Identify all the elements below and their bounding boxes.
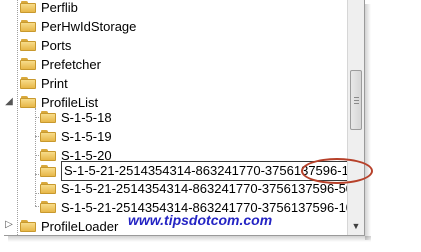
vertical-scrollbar[interactable]: ▼ bbox=[347, 0, 364, 235]
folder-icon bbox=[20, 20, 36, 32]
folder-icon bbox=[20, 220, 36, 232]
tree-item-perflib[interactable]: Perflib bbox=[20, 0, 78, 17]
folder-icon bbox=[40, 130, 56, 142]
tree-item-label: Perflib bbox=[41, 0, 78, 15]
folder-icon bbox=[40, 182, 56, 194]
folder-icon bbox=[20, 58, 36, 70]
tree-guide-line bbox=[35, 108, 36, 206]
tree-item-label: ProfileLoader bbox=[41, 218, 119, 234]
folder-icon bbox=[40, 149, 56, 161]
tree-item-label: Ports bbox=[41, 37, 72, 53]
folder-icon bbox=[40, 165, 56, 177]
tree-item-sid-500[interactable]: S-1-5-21-2514354314-863241770-3756137596… bbox=[40, 178, 360, 198]
tree-item-perhwidstorage[interactable]: PerHwIdStorage bbox=[20, 16, 136, 36]
scroll-down-arrow-icon[interactable]: ▼ bbox=[348, 217, 364, 234]
folder-icon bbox=[20, 1, 36, 13]
registry-tree-pane: Perflib PerHwIdStorage Ports Prefetcher … bbox=[4, 0, 365, 236]
tree-item-label: PerHwIdStorage bbox=[41, 18, 137, 34]
tree-item-label: S-1-5-19 bbox=[61, 128, 112, 144]
window-shadow-right bbox=[365, 4, 371, 240]
tree-guide-line bbox=[17, 0, 18, 235]
scrollbar-thumb[interactable] bbox=[350, 70, 362, 130]
highlight-ellipse bbox=[301, 158, 373, 184]
watermark-text: www.tipsdotcom.com bbox=[128, 212, 273, 228]
window-shadow-bottom bbox=[8, 236, 371, 242]
tree-item-label: Print bbox=[41, 75, 68, 91]
tree-item-label: Prefetcher bbox=[41, 56, 101, 72]
tree-item-ports[interactable]: Ports bbox=[20, 35, 71, 55]
tree-item-profileloader[interactable]: ProfileLoader bbox=[20, 216, 119, 235]
folder-icon bbox=[20, 96, 36, 108]
collapse-arrow-icon[interactable]: ◢ bbox=[4, 96, 14, 107]
tree-item-label: S-1-5-21-2514354314-863241770-3756137596… bbox=[61, 180, 361, 196]
folder-icon bbox=[40, 201, 56, 213]
folder-icon bbox=[20, 77, 36, 89]
expand-arrow-icon[interactable]: ▷ bbox=[4, 219, 14, 230]
folder-icon bbox=[20, 39, 36, 51]
tree-item-s-1-5-18[interactable]: S-1-5-18 bbox=[40, 107, 112, 127]
tree-item-label: S-1-5-18 bbox=[61, 109, 112, 125]
tree-item-s-1-5-19[interactable]: S-1-5-19 bbox=[40, 126, 112, 146]
folder-icon bbox=[40, 111, 56, 123]
tree-item-prefetcher[interactable]: Prefetcher bbox=[20, 54, 101, 74]
tree-item-print[interactable]: Print bbox=[20, 73, 68, 93]
